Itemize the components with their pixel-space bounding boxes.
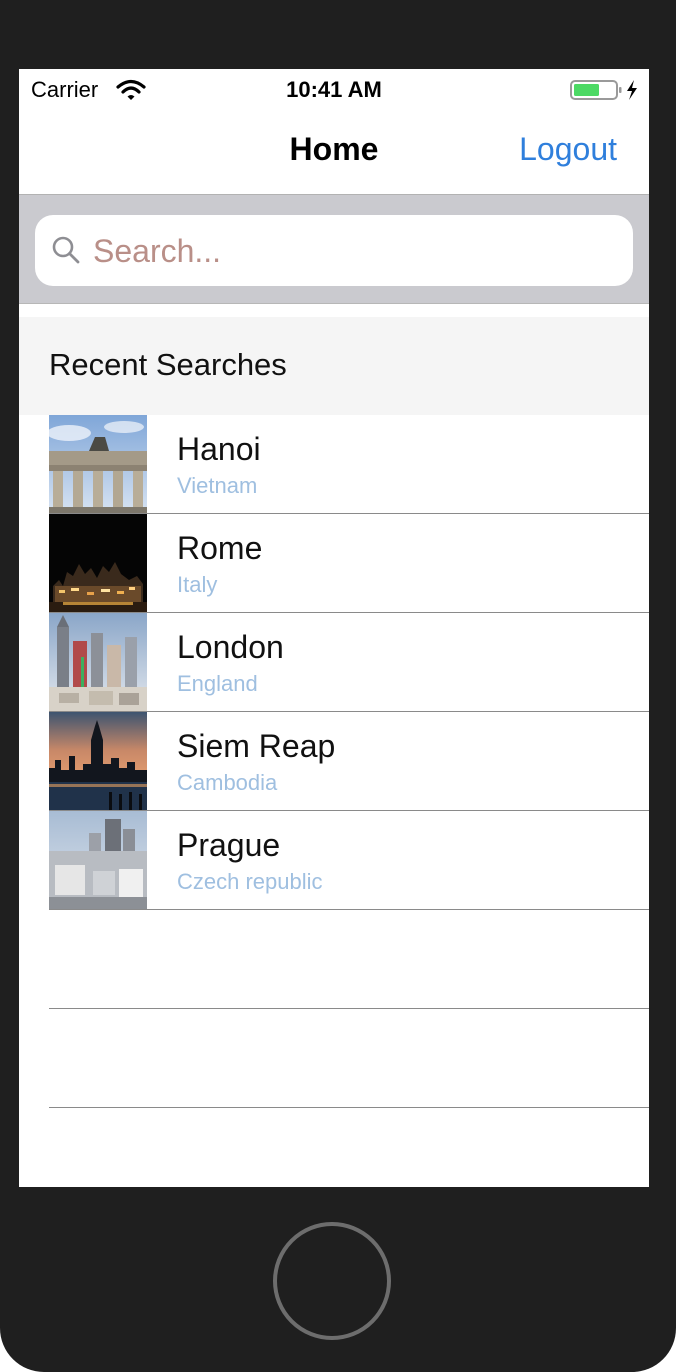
recent-searches-list: Hanoi Vietnam Rome Italy London England …	[19, 415, 649, 1108]
search-input[interactable]	[91, 225, 615, 277]
country-name: Cambodia	[177, 770, 278, 795]
country-name: England	[177, 671, 258, 696]
city-thumbnail	[49, 811, 147, 909]
city-name: Prague	[177, 827, 281, 863]
battery-icon	[570, 80, 637, 100]
country-name: Italy	[177, 572, 218, 597]
search-field[interactable]	[35, 215, 633, 286]
list-item-siem-reap[interactable]: Siem Reap Cambodia	[49, 712, 649, 811]
home-button[interactable]	[273, 1222, 391, 1340]
city-thumbnail	[49, 613, 147, 711]
status-bar: Carrier 10:41 AM	[19, 69, 649, 109]
empty-row	[49, 1009, 649, 1108]
city-name: London	[177, 629, 284, 665]
section-title: Recent Searches	[49, 347, 287, 382]
recent-searches-header: Recent Searches	[19, 317, 649, 415]
list-item-prague[interactable]: Prague Czech republic	[49, 811, 649, 910]
search-icon	[52, 236, 80, 264]
city-name: Siem Reap	[177, 728, 336, 764]
list-item-rome[interactable]: Rome Italy	[49, 514, 649, 613]
list-item-london[interactable]: London England	[49, 613, 649, 712]
empty-row	[49, 910, 649, 1009]
search-bar	[19, 195, 649, 304]
country-name: Czech republic	[177, 869, 323, 894]
country-name: Vietnam	[177, 473, 258, 498]
city-thumbnail	[49, 415, 147, 513]
logout-button[interactable]: Logout	[519, 131, 617, 168]
list-item-hanoi[interactable]: Hanoi Vietnam	[49, 415, 649, 514]
city-name: Hanoi	[177, 431, 261, 467]
city-thumbnail	[49, 712, 147, 810]
city-name: Rome	[177, 530, 263, 566]
city-thumbnail	[49, 514, 147, 612]
phone-frame: Carrier 10:41 AM Home Logout Search... R…	[0, 0, 676, 1372]
navigation-bar: Home Logout	[19, 109, 649, 195]
clock-time: 10:41 AM	[286, 77, 382, 102]
section-spacer	[19, 304, 649, 317]
app-screen: Carrier 10:41 AM Home Logout Search... R…	[19, 69, 649, 1187]
